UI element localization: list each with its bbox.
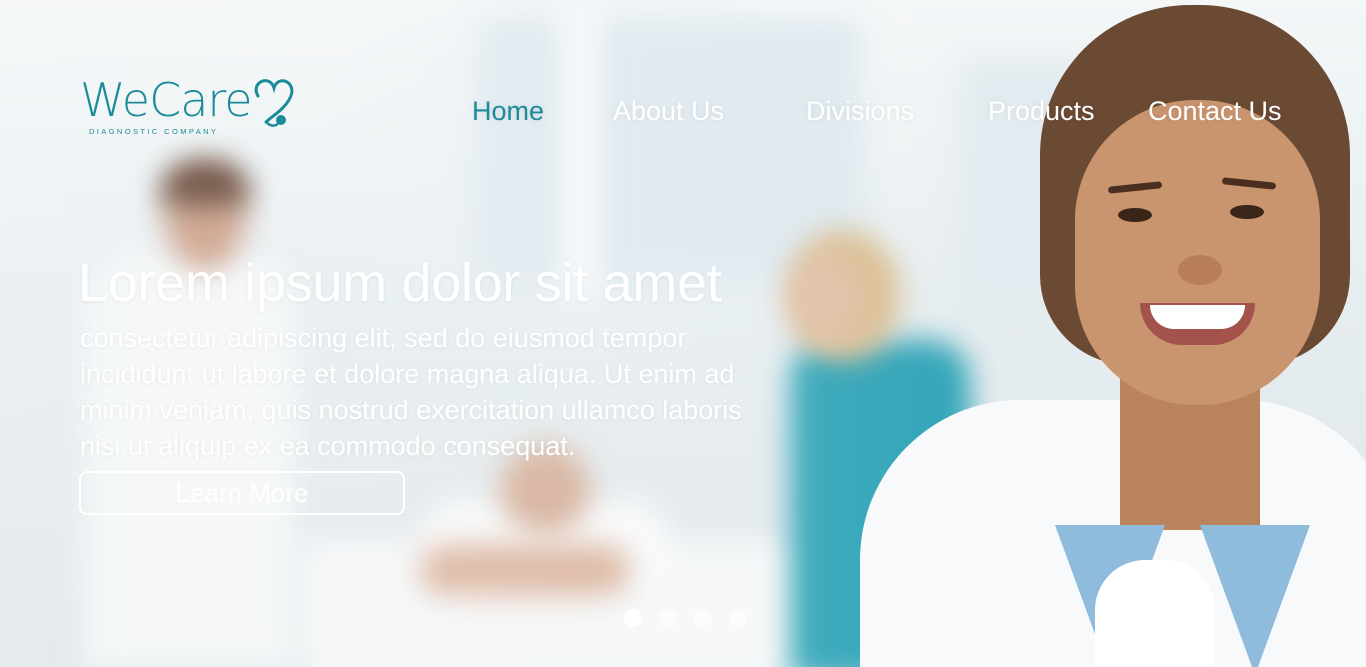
- brand-name: WeCare: [80, 73, 253, 127]
- carousel-dot-1[interactable]: [624, 609, 642, 627]
- nav-about-us[interactable]: About Us: [613, 96, 724, 127]
- carousel-indicators: [624, 609, 747, 627]
- hero-description: consectetur adipiscing elit, sed do eius…: [80, 323, 742, 461]
- carousel-dot-2[interactable]: [659, 609, 677, 627]
- brand-tagline: DIAGNOSTIC COMPANY: [89, 127, 219, 136]
- hero-title: Lorem ipsum dolor sit amet: [78, 253, 722, 313]
- nav-divisions[interactable]: Divisions: [806, 96, 914, 127]
- carousel-dot-3[interactable]: [694, 609, 712, 627]
- learn-more-button[interactable]: Learn More: [79, 471, 405, 515]
- nav-home[interactable]: Home: [472, 96, 544, 127]
- nav-contact-us[interactable]: Contact Us: [1148, 96, 1282, 127]
- heart-stethoscope-icon: [254, 79, 294, 127]
- carousel-dot-4[interactable]: [729, 609, 747, 627]
- nav-products[interactable]: Products: [988, 96, 1095, 127]
- brand-logo[interactable]: WeCare DIAGNOSTIC COMPANY: [80, 74, 300, 140]
